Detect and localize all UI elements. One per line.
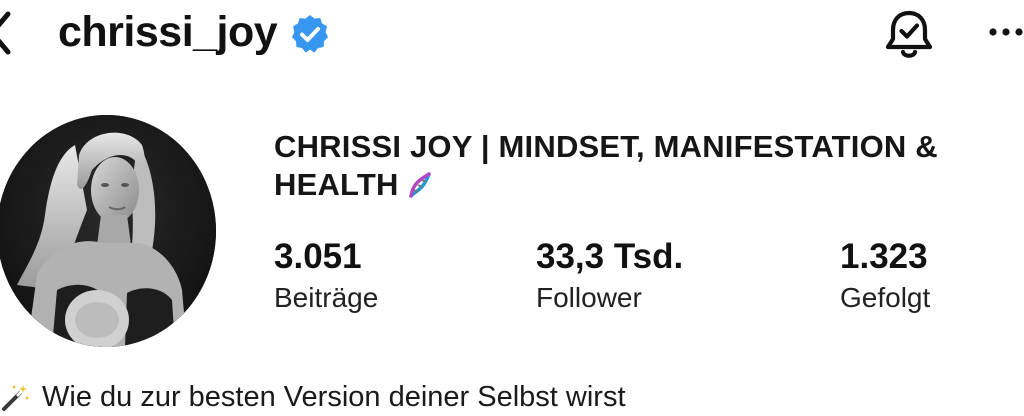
notification-bell-icon xyxy=(885,10,933,58)
back-button[interactable] xyxy=(0,8,16,58)
bio-line: Wie du zur besten Version deiner Selbst … xyxy=(0,378,626,416)
chevron-left-icon xyxy=(0,11,11,55)
followers-count: 33,3 Tsd. xyxy=(536,237,684,276)
stat-following[interactable]: 1.323 Gefolgt xyxy=(840,236,930,316)
bio-text: Wie du zur besten Version deiner Selbst … xyxy=(42,381,626,413)
following-label: Gefolgt xyxy=(840,282,931,313)
magic-wand-icon xyxy=(2,385,29,411)
profile-avatar[interactable] xyxy=(0,115,216,347)
profile-photo xyxy=(0,115,216,347)
display-name-text: CHRISSI JOY | MINDSET, MANIFESTATION & H… xyxy=(274,129,938,202)
more-options-button[interactable] xyxy=(985,20,1024,44)
more-dots-icon xyxy=(989,28,1023,36)
stat-posts[interactable]: 3.051 Beiträge xyxy=(274,236,378,316)
following-count: 1.323 xyxy=(840,237,928,276)
posts-label: Beiträge xyxy=(274,282,379,313)
profile-display-name: CHRISSI JOY | MINDSET, MANIFESTATION & H… xyxy=(274,128,1004,204)
verified-badge-icon xyxy=(292,15,329,53)
dna-icon xyxy=(408,172,431,198)
notifications-button[interactable] xyxy=(880,8,938,62)
username: chrissi_joy xyxy=(58,7,278,56)
username-container: chrissi_joy xyxy=(58,4,331,60)
followers-label: Follower xyxy=(536,282,642,313)
stat-followers[interactable]: 33,3 Tsd. Follower xyxy=(536,236,683,316)
posts-count: 3.051 xyxy=(274,237,362,276)
profile-header: chrissi_joy xyxy=(0,0,1024,70)
